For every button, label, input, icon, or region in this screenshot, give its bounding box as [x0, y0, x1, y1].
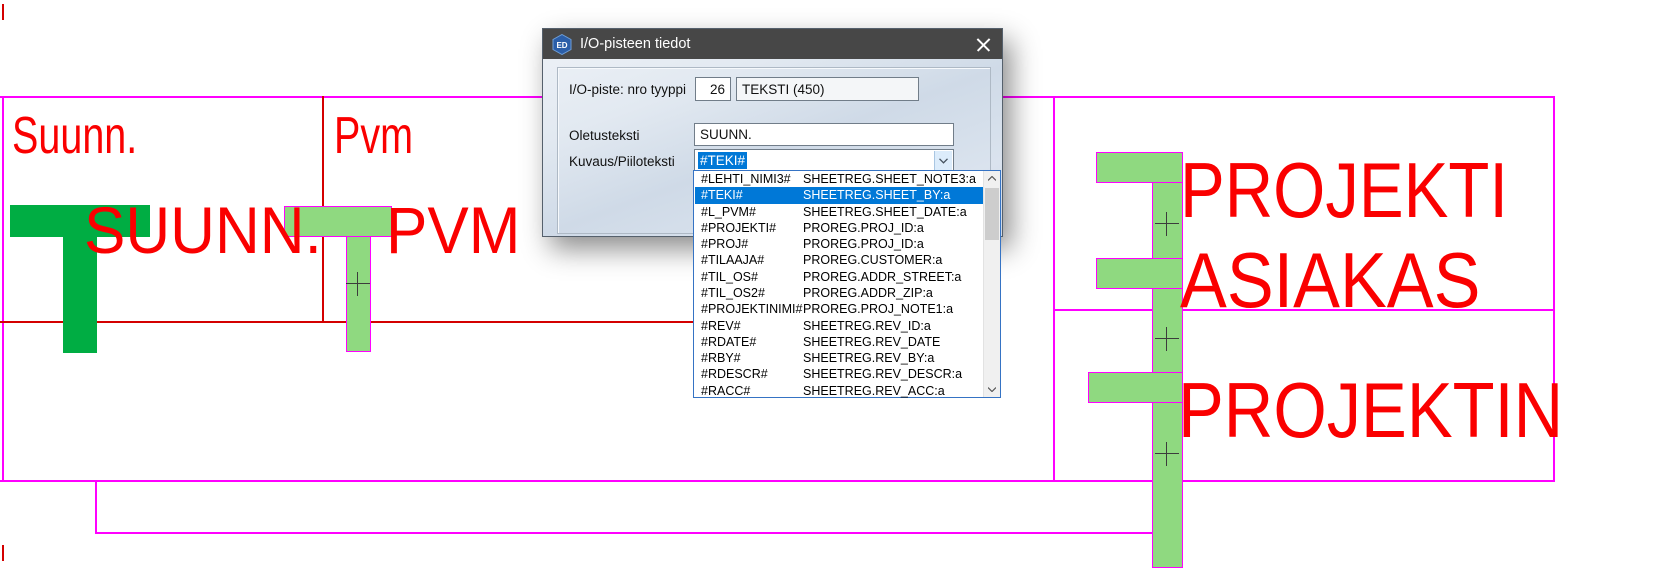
- dropdown-list: #LEHTI_NIMI3#SHEETREG.SHEET_NOTE3:a#TEKI…: [693, 170, 1001, 398]
- dropdown-item-code: #LEHTI_NIMI3#: [695, 172, 803, 186]
- dropdown-item[interactable]: #PROJEKTINIMI#PROREG.PROJ_NOTE1:a: [695, 301, 983, 317]
- io-point-number-field[interactable]: 26: [695, 77, 731, 101]
- dropdown-item-code: #L_PVM#: [695, 205, 803, 219]
- svg-text:ED: ED: [556, 41, 567, 50]
- dropdown-item-field: SHEETREG.REV_ACC:a: [803, 384, 945, 398]
- lower-frame-left-line: [95, 480, 97, 534]
- dropdown-item[interactable]: #TILAAJA#PROREG.CUSTOMER:a: [695, 252, 983, 268]
- dropdown-item-field: PROREG.ADDR_STREET:a: [803, 270, 961, 284]
- dropdown-item-code: #TILAAJA#: [695, 253, 803, 267]
- hidden-text-label: Kuvaus/Piiloteksti: [569, 154, 675, 169]
- dropdown-item-field: SHEETREG.SHEET_NOTE3:a: [803, 172, 976, 186]
- dropdown-item[interactable]: #RACC#SHEETREG.REV_ACC:a: [695, 382, 983, 398]
- lower-frame-line: [95, 532, 1177, 534]
- dropdown-item-code: #TIL_OS2#: [695, 286, 803, 300]
- dropdown-item-field: SHEETREG.REV_BY:a: [803, 351, 934, 365]
- app-hexagon-icon: ED: [552, 34, 572, 55]
- dropdown-item[interactable]: #TIL_OS2#PROREG.ADDR_ZIP:a: [695, 285, 983, 301]
- insertion-point-cross: [1155, 327, 1179, 351]
- dropdown-item-code: #RBY#: [695, 351, 803, 365]
- dropdown-item[interactable]: #LEHTI_NIMI3#SHEETREG.SHEET_NOTE3:a: [695, 171, 983, 187]
- dropdown-item-code: #PROJ#: [695, 237, 803, 251]
- sheet-border-bottom-line: [0, 480, 1555, 482]
- dropdown-item-field: SHEETREG.REV_DESCR:a: [803, 367, 962, 381]
- dropdown-item[interactable]: #RBY#SHEETREG.REV_BY:a: [695, 350, 983, 366]
- canvas-text-projekti[interactable]: PROJEKTI: [1180, 151, 1508, 229]
- scroll-up-icon[interactable]: [984, 171, 1000, 186]
- sheet-corner-mark-bottom: [2, 545, 4, 561]
- insertion-point-cross: [1155, 212, 1179, 236]
- dropdown-item[interactable]: #TIL_OS#PROREG.ADDR_STREET:a: [695, 269, 983, 285]
- canvas-text-pvm-placeholder[interactable]: PVM: [386, 197, 520, 263]
- dropdown-item-code: #PROJEKTI#: [695, 221, 803, 235]
- dropdown-item-field: PROREG.PROJ_ID:a: [803, 237, 924, 251]
- close-icon[interactable]: [976, 37, 991, 52]
- canvas-text-asiakas[interactable]: ASIAKAS: [1180, 241, 1480, 319]
- insertion-point-cross: [1155, 442, 1179, 466]
- dropdown-item[interactable]: #L_PVM#SHEETREG.SHEET_DATE:a: [695, 204, 983, 220]
- dropdown-item-field: SHEETREG.REV_ID:a: [803, 319, 931, 333]
- dropdown-item-field: PROREG.PROJ_ID:a: [803, 221, 924, 235]
- insertion-point-cross: [346, 272, 370, 296]
- chevron-down-icon[interactable]: [934, 151, 952, 170]
- canvas-text-suunn-label[interactable]: Suunn.: [12, 110, 137, 162]
- canvas-text-pvm-label[interactable]: Pvm: [334, 110, 413, 162]
- default-text-input[interactable]: SUUNN.: [694, 123, 954, 146]
- titleblock-divider-vertical-line: [1053, 96, 1055, 482]
- dropdown-item-field: SHEETREG.REV_DATE: [803, 335, 940, 349]
- default-text-label: Oletusteksti: [569, 128, 640, 143]
- io-point-marker-projekti-bar[interactable]: [1096, 152, 1183, 183]
- scroll-down-icon[interactable]: [984, 382, 1000, 397]
- dropdown-item-code: #PROJEKTINIMI#: [695, 302, 803, 316]
- cad-canvas: Suunn. Pvm SUUNN. PVM PROJEKTI ASIAKAS P…: [0, 0, 1656, 575]
- dropdown-item[interactable]: #PROJ#PROREG.PROJ_ID:a: [695, 236, 983, 252]
- io-point-type-field: TEKSTI (450): [736, 77, 919, 101]
- dialog-title-bar[interactable]: ED I/O-pisteen tiedot: [543, 29, 1002, 59]
- dropdown-item-code: #RDESCR#: [695, 367, 803, 381]
- sheet-border-left-line: [2, 96, 4, 482]
- dropdown-item-code: #REV#: [695, 319, 803, 333]
- io-point-marker-projektin-bar[interactable]: [1088, 372, 1183, 403]
- dropdown-item-field: SHEETREG.SHEET_BY:a: [803, 188, 950, 202]
- dropdown-item-field: PROREG.PROJ_NOTE1:a: [803, 302, 953, 316]
- dropdown-item-field: PROREG.CUSTOMER:a: [803, 253, 942, 267]
- dialog-title: I/O-pisteen tiedot: [580, 36, 690, 52]
- dropdown-item[interactable]: #REV#SHEETREG.REV_ID:a: [695, 317, 983, 333]
- dropdown-item-field: SHEETREG.SHEET_DATE:a: [803, 205, 967, 219]
- canvas-text-projektin[interactable]: PROJEKTIN: [1178, 371, 1563, 449]
- dropdown-item-code: #RACC#: [695, 384, 803, 398]
- dropdown-rows: #LEHTI_NIMI3#SHEETREG.SHEET_NOTE3:a#TEKI…: [695, 171, 983, 397]
- dropdown-item-code: #TIL_OS#: [695, 270, 803, 284]
- dropdown-item[interactable]: #RDATE#SHEETREG.REV_DATE: [695, 334, 983, 350]
- dropdown-item[interactable]: #TEKI#SHEETREG.SHEET_BY:a: [695, 187, 983, 203]
- scrollbar-thumb[interactable]: [985, 188, 999, 240]
- hidden-text-combobox[interactable]: #TEKI#: [694, 149, 954, 172]
- dropdown-item-code: #RDATE#: [695, 335, 803, 349]
- dropdown-item-code: #TEKI#: [695, 188, 803, 202]
- sheet-corner-mark-top: [2, 4, 4, 20]
- dropdown-scrollbar[interactable]: [983, 171, 1000, 397]
- canvas-text-suunn-placeholder[interactable]: SUUNN.: [84, 197, 322, 263]
- io-point-marker-asiakas-bar[interactable]: [1096, 258, 1183, 289]
- dropdown-item-field: PROREG.ADDR_ZIP:a: [803, 286, 933, 300]
- dropdown-item[interactable]: #RDESCR#SHEETREG.REV_DESCR:a: [695, 366, 983, 382]
- dropdown-item[interactable]: #PROJEKTI#PROREG.PROJ_ID:a: [695, 220, 983, 236]
- combobox-selected-text: #TEKI#: [698, 152, 747, 169]
- io-point-label: I/O-piste: nro tyyppi: [569, 82, 686, 97]
